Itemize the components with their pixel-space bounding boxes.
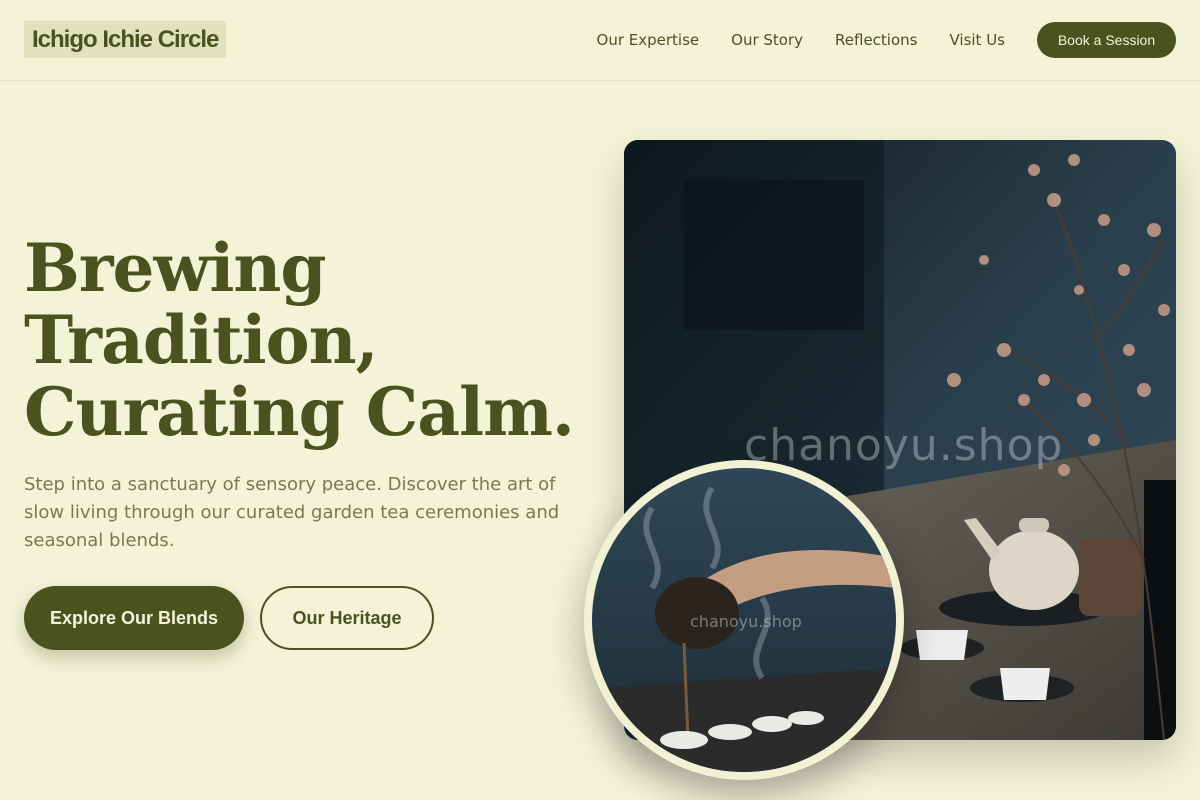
- nav-link-visit-us[interactable]: Visit Us: [949, 31, 1005, 49]
- main-photo-watermark: chanoyu.shop: [744, 420, 1064, 471]
- nav-link-our-expertise[interactable]: Our Expertise: [597, 31, 700, 49]
- brand-logo[interactable]: Ichigo Ichie Circle: [24, 21, 227, 58]
- main-nav: Our Expertise Our Story Reflections Visi…: [565, 0, 1176, 80]
- nav-link-our-story[interactable]: Our Story: [731, 31, 803, 49]
- book-session-button[interactable]: Book a Session: [1037, 22, 1176, 58]
- hero-title: Brewing Tradition, Curating Calm.: [24, 232, 584, 448]
- hero-subtitle: Step into a sanctuary of sensory peace. …: [24, 474, 560, 551]
- site-header: Ichigo Ichie Circle Our Expertise Our St…: [0, 0, 1200, 81]
- circle-photo-watermark: chanoyu.shop: [690, 612, 802, 631]
- hero-title-line-3: Curating Calm.: [24, 373, 575, 451]
- hero-title-line-2: Tradition,: [24, 301, 379, 379]
- our-heritage-button[interactable]: Our Heritage: [260, 586, 434, 650]
- hero-title-line-1: Brewing: [24, 229, 327, 307]
- explore-blends-button[interactable]: Explore Our Blends: [24, 586, 244, 650]
- nav-link-reflections[interactable]: Reflections: [835, 31, 917, 49]
